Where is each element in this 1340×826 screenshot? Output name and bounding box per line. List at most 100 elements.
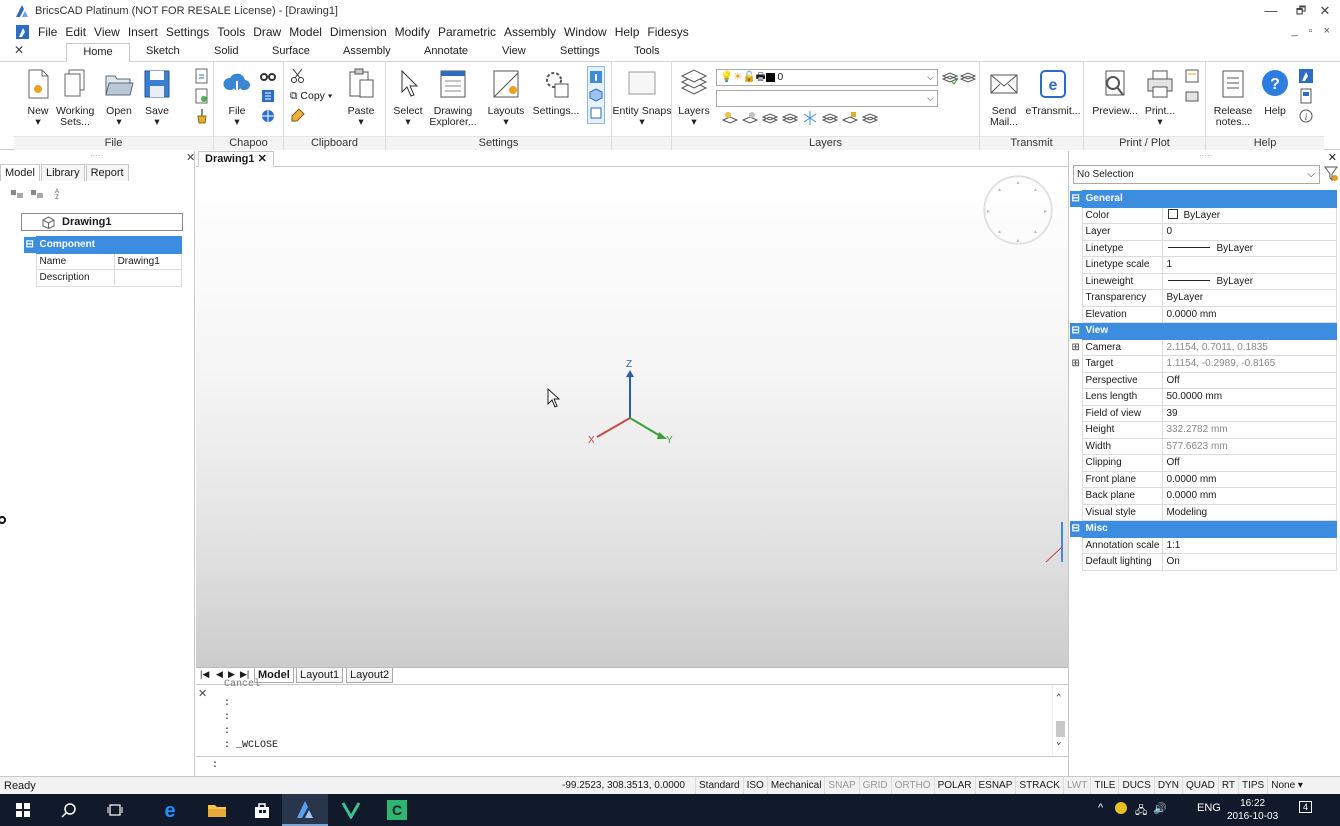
menu-view[interactable]: View bbox=[90, 25, 124, 40]
menu-parametric[interactable]: Parametric bbox=[434, 25, 500, 40]
status-toggle-standard[interactable]: Standard bbox=[695, 777, 743, 795]
property-value[interactable]: 0.0000 mm bbox=[1162, 487, 1337, 505]
property-row[interactable]: Lens length 50.0000 mm bbox=[1070, 388, 1337, 406]
globe-icon[interactable] bbox=[260, 108, 276, 124]
cut-scissors-icon[interactable] bbox=[290, 68, 306, 84]
preview-button[interactable]: Preview... bbox=[1090, 68, 1140, 117]
property-value[interactable] bbox=[113, 269, 183, 287]
document-info-icon[interactable] bbox=[1298, 88, 1314, 104]
chapoo-file-button[interactable]: File ▾ bbox=[220, 68, 254, 128]
plot-styles-icon[interactable] bbox=[1184, 88, 1200, 104]
menu-dimension[interactable]: Dimension bbox=[326, 25, 391, 40]
layer-thaw-icon[interactable] bbox=[822, 110, 838, 126]
property-row[interactable]: Visual style Modeling bbox=[1070, 503, 1337, 521]
property-row[interactable]: Back plane 0.0000 mm bbox=[1070, 487, 1337, 505]
close-ribbon-icon[interactable]: ✕ bbox=[14, 43, 24, 57]
command-scrollbar[interactable]: ⌃ ⌄ bbox=[1052, 685, 1068, 757]
property-value[interactable]: 1 bbox=[1162, 256, 1337, 274]
minimize-button[interactable]: — bbox=[1256, 3, 1286, 19]
property-value[interactable]: 0.0000 mm bbox=[1162, 305, 1337, 323]
page-setup-icon[interactable] bbox=[1184, 68, 1200, 84]
new-button[interactable]: New ▾ bbox=[22, 68, 54, 128]
status-toggle-rt[interactable]: RT bbox=[1217, 777, 1238, 795]
tab-report[interactable]: Report bbox=[85, 164, 129, 181]
status-toggle-tips[interactable]: TIPS bbox=[1238, 777, 1267, 795]
language-indicator[interactable]: ENG bbox=[1197, 802, 1221, 814]
volume-icon[interactable]: 🔊 bbox=[1153, 802, 1167, 815]
notifications-icon[interactable]: 4 bbox=[1299, 801, 1313, 813]
tree-root-drawing[interactable]: Drawing1 bbox=[21, 213, 183, 231]
property-row[interactable]: Height 332.2782 mm bbox=[1070, 421, 1337, 439]
panel-grip[interactable]: ····· bbox=[1199, 151, 1212, 160]
tab-tools[interactable]: Tools bbox=[634, 45, 660, 57]
status-toggle-dyn[interactable]: DYN bbox=[1153, 777, 1182, 795]
box-outline-icon[interactable] bbox=[588, 105, 604, 121]
tab-surface[interactable]: Surface bbox=[272, 45, 310, 57]
select-button[interactable]: Select ▾ bbox=[390, 68, 426, 128]
menu-settings[interactable]: Settings bbox=[162, 25, 213, 40]
make-current-layer-icon[interactable] bbox=[942, 69, 958, 85]
property-row[interactable]: Field of view 39 bbox=[1070, 404, 1337, 422]
status-toggle-lwt[interactable]: LWT bbox=[1062, 777, 1090, 795]
property-row[interactable]: Front plane 0.0000 mm bbox=[1070, 470, 1337, 488]
property-row[interactable]: Perspective Off bbox=[1070, 371, 1337, 389]
collapse-icon[interactable]: ⊟ bbox=[24, 236, 36, 253]
tree-collapse-icon[interactable] bbox=[30, 187, 44, 199]
drawing-tab[interactable]: Drawing1 ✕ bbox=[198, 151, 274, 168]
layer-unlock-icon[interactable] bbox=[862, 110, 878, 126]
property-row[interactable]: Color ByLayer bbox=[1070, 206, 1337, 224]
layer-unisolate-icon[interactable] bbox=[742, 110, 758, 126]
status-toggle-ortho[interactable]: ORTHO bbox=[890, 777, 934, 795]
tab-library[interactable]: Library bbox=[40, 164, 85, 181]
info-square-icon[interactable] bbox=[588, 69, 604, 85]
menu-model[interactable]: Model bbox=[285, 25, 326, 40]
property-row[interactable]: Lineweight ByLayer bbox=[1070, 272, 1337, 290]
property-value[interactable]: On bbox=[1162, 553, 1337, 571]
property-value[interactable]: ByLayer bbox=[1162, 239, 1337, 257]
view-compass-icon[interactable]: ▴ ▴ ▸ ▸ ▴ ▴ ▴ ▴ bbox=[983, 175, 1053, 245]
tray-chevron-icon[interactable]: ^ bbox=[1098, 802, 1103, 814]
tab-home[interactable]: Home bbox=[66, 43, 130, 63]
save-as-icon[interactable] bbox=[194, 68, 210, 84]
tab-annotate[interactable]: Annotate bbox=[424, 45, 468, 57]
side-handle-icon[interactable] bbox=[1045, 522, 1063, 563]
scroll-up-icon[interactable]: ⌃ bbox=[1056, 693, 1061, 703]
property-value[interactable]: 0 bbox=[1162, 223, 1337, 241]
property-row[interactable]: ⊞ Camera 2.1154, 0.7011, 0.1835 bbox=[1070, 338, 1337, 356]
layer-dropdown[interactable]: 💡☀🔓🖶 0 ⌵ bbox=[716, 69, 938, 86]
command-history[interactable]: ✕ Cancel : : : : _WCLOSE ⌃ ⌄ bbox=[196, 679, 1068, 757]
property-row[interactable]: Clipping Off bbox=[1070, 454, 1337, 472]
task-view-button[interactable] bbox=[92, 794, 138, 826]
status-toggle-esnap[interactable]: ESNAP bbox=[974, 777, 1016, 795]
property-row[interactable]: ⊞ Target 1.1154, -0.2989, -0.8165 bbox=[1070, 355, 1337, 373]
menu-help[interactable]: Help bbox=[611, 25, 644, 40]
property-value[interactable]: ByLayer bbox=[1162, 206, 1337, 224]
property-value[interactable]: 1:1 bbox=[1162, 536, 1337, 554]
status-toggle-iso[interactable]: ISO bbox=[742, 777, 767, 795]
layout-tab-layout2[interactable]: Layout2 bbox=[346, 668, 394, 683]
menu-tools[interactable]: Tools bbox=[213, 25, 249, 40]
mdi-controls[interactable]: _ ▫ × bbox=[1291, 25, 1334, 37]
property-value[interactable]: 577.6623 mm bbox=[1162, 437, 1337, 455]
quick-select-icon[interactable] bbox=[1324, 166, 1338, 182]
section-header-view[interactable]: ⊟ View bbox=[1070, 322, 1337, 340]
property-row[interactable]: Linetype ByLayer bbox=[1070, 239, 1337, 257]
working-sets-button[interactable]: Working Sets... bbox=[56, 68, 94, 128]
property-value[interactable]: 332.2782 mm bbox=[1162, 421, 1337, 439]
app-taskbar-button[interactable] bbox=[328, 794, 374, 826]
layouts-button[interactable]: Layouts ▾ bbox=[486, 68, 526, 128]
property-row[interactable]: Width 577.6623 mm bbox=[1070, 437, 1337, 455]
property-value[interactable]: Drawing1 bbox=[113, 252, 183, 270]
layer-freeze-icon[interactable] bbox=[802, 110, 818, 126]
menu-window[interactable]: Window bbox=[560, 25, 611, 40]
menu-modify[interactable]: Modify bbox=[391, 25, 434, 40]
menu-assembly[interactable]: Assembly bbox=[500, 25, 560, 40]
open-button[interactable]: Open ▾ bbox=[102, 68, 136, 128]
scroll-thumb[interactable] bbox=[1056, 721, 1065, 737]
tab-solid[interactable]: Solid bbox=[214, 45, 238, 57]
command-close-icon[interactable]: ✕ bbox=[198, 687, 207, 700]
property-value[interactable]: 0.0000 mm bbox=[1162, 470, 1337, 488]
model-viewport[interactable]: ▴ ▴ ▸ ▸ ▴ ▴ ▴ ▴ Z X Y bbox=[196, 167, 1068, 667]
command-input[interactable]: : bbox=[196, 756, 1068, 775]
menu-draw[interactable]: Draw bbox=[249, 25, 285, 40]
